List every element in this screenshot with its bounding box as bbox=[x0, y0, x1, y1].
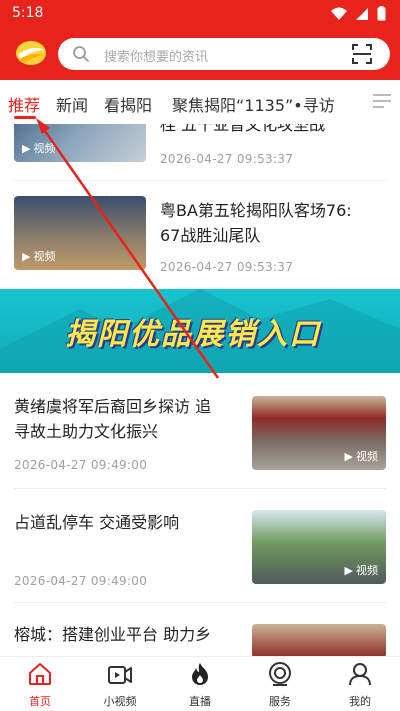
list-item[interactable]: 占道乱停车 交通受影响 2026-04-27 09:49:00 ▶ 视频 bbox=[0, 506, 400, 602]
list-item[interactable]: ▶ 视频 桂 五千亚普文化攻坚战 2026-04-27 09:53:37 bbox=[0, 124, 400, 176]
status-time: 5:18 bbox=[12, 5, 44, 21]
play-icon: ▶ bbox=[22, 249, 31, 263]
news-time: 2026-04-27 09:49:00 bbox=[14, 574, 148, 588]
profile-icon bbox=[349, 663, 371, 686]
search-bar[interactable]: 搜索你想要的资讯 bbox=[58, 38, 390, 70]
scan-icon[interactable] bbox=[352, 44, 372, 64]
promo-banner[interactable]: 揭阳优品展销入口 bbox=[0, 289, 400, 373]
status-bar: 5:18 bbox=[0, 0, 400, 28]
video-badge: ▶ 视频 bbox=[344, 449, 378, 464]
divider bbox=[14, 488, 386, 489]
active-tab-indicator bbox=[14, 116, 36, 119]
service-icon bbox=[269, 662, 291, 686]
signal-icon bbox=[356, 7, 368, 20]
video-badge: ▶ 视频 bbox=[22, 249, 56, 264]
home-icon bbox=[29, 663, 51, 685]
nav-service[interactable]: 服务 bbox=[250, 661, 310, 709]
list-item[interactable]: 黄绪虞将军后裔回乡探访 追 寻故土助力文化振兴 2026-04-27 09:49… bbox=[0, 390, 400, 490]
divider bbox=[14, 602, 386, 603]
list-item[interactable]: ▶ 视频 粤BA第五轮揭阳队客场76: 67战胜汕尾队 2026-04-27 09… bbox=[0, 192, 400, 276]
list-item[interactable]: 榕城：搭建创业平台 助力乡 bbox=[0, 618, 400, 656]
news-title-line1: 榕城：搭建创业平台 助力乡 bbox=[14, 625, 212, 644]
video-badge: ▶ 视频 bbox=[344, 563, 378, 578]
play-icon: ▶ bbox=[344, 449, 353, 463]
news-thumbnail: ▶ 视频 bbox=[252, 510, 386, 584]
search-row: 搜索你想要的资讯 bbox=[0, 32, 400, 76]
status-icons bbox=[331, 6, 386, 21]
news-time: 2026-04-27 09:49:00 bbox=[14, 458, 148, 472]
nav-profile[interactable]: 我的 bbox=[330, 661, 390, 709]
news-title-line2: 寻故土助力文化振兴 bbox=[14, 422, 159, 441]
tab-news[interactable]: 新闻 bbox=[56, 92, 88, 116]
news-title-line1: 粤BA第五轮揭阳队客场76: bbox=[160, 201, 352, 220]
news-title-line1: 占道乱停车 交通受影响 bbox=[14, 513, 180, 532]
news-time: 2026-04-27 09:53:37 bbox=[160, 260, 294, 274]
category-tabs: 推荐 新闻 看揭阳 聚焦揭阳“1135”•寻访 bbox=[0, 80, 400, 124]
search-icon bbox=[73, 46, 89, 62]
news-title: 桂 五千亚普文化攻坚战 bbox=[160, 124, 326, 134]
play-icon: ▶ bbox=[22, 141, 31, 155]
banner-title: 揭阳优品展销入口 bbox=[65, 317, 321, 352]
wifi-icon bbox=[331, 7, 347, 20]
video-icon bbox=[108, 666, 132, 684]
video-badge: ▶ 视频 bbox=[22, 141, 56, 156]
news-time: 2026-04-27 09:53:37 bbox=[160, 152, 294, 166]
tab-jieyang[interactable]: 看揭阳 bbox=[104, 92, 152, 116]
search-input[interactable]: 搜索你想要的资讯 bbox=[104, 46, 208, 65]
divider bbox=[14, 180, 386, 181]
app-screen: 5:18 搜索你想要的资讯 推荐 新闻 看揭阳 聚焦揭阳“1135”•寻访 ▶ … bbox=[0, 0, 400, 711]
play-icon: ▶ bbox=[344, 563, 353, 577]
news-thumbnail bbox=[252, 624, 386, 656]
news-thumbnail: ▶ 视频 bbox=[252, 396, 386, 470]
battery-icon bbox=[377, 6, 386, 21]
news-title-line2: 67战胜汕尾队 bbox=[160, 226, 261, 245]
app-logo-icon bbox=[16, 41, 46, 65]
tab-focus-1135[interactable]: 聚焦揭阳“1135”•寻访 bbox=[172, 92, 335, 116]
news-title-line1: 黄绪虞将军后裔回乡探访 追 bbox=[14, 397, 212, 416]
news-thumbnail: ▶ 视频 bbox=[14, 196, 146, 270]
bottom-nav: 首页 小视频 直播 服务 我的 bbox=[0, 656, 400, 711]
nav-live[interactable]: 直播 bbox=[170, 661, 230, 709]
fire-icon bbox=[192, 663, 208, 685]
menu-icon[interactable] bbox=[372, 93, 392, 109]
tab-recommend[interactable]: 推荐 bbox=[8, 92, 40, 116]
nav-home[interactable]: 首页 bbox=[10, 661, 70, 709]
nav-short-video[interactable]: 小视频 bbox=[90, 661, 150, 709]
news-feed: ▶ 视频 桂 五千亚普文化攻坚战 2026-04-27 09:53:37 ▶ 视频 … bbox=[0, 124, 400, 656]
news-thumbnail: ▶ 视频 bbox=[14, 124, 146, 162]
header: 5:18 搜索你想要的资讯 bbox=[0, 0, 400, 80]
